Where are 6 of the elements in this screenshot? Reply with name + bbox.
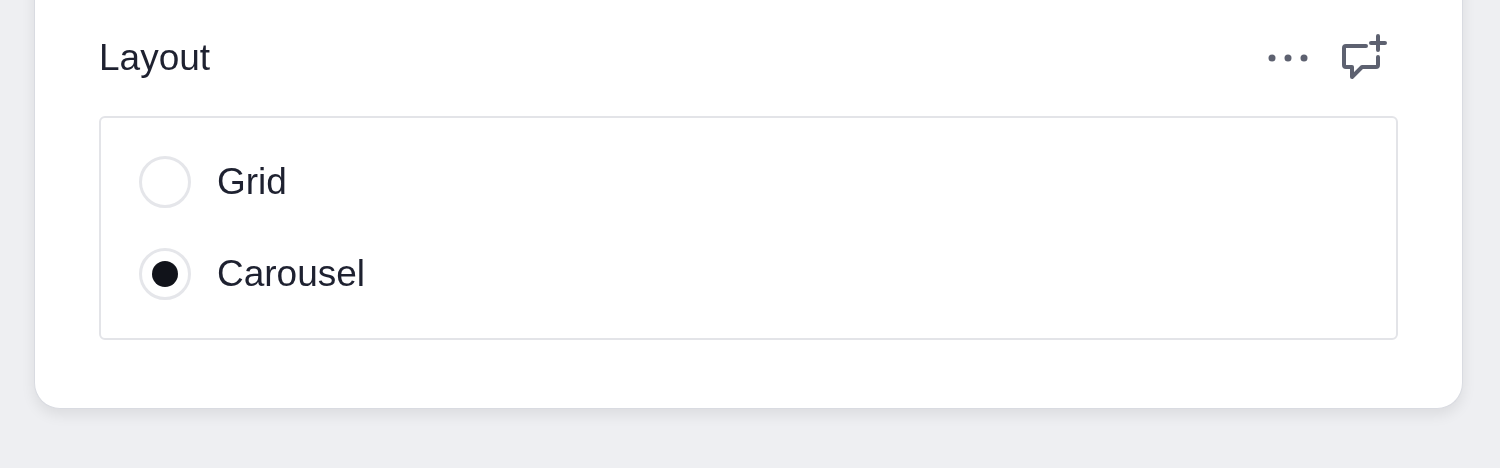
- more-icon[interactable]: [1266, 52, 1310, 64]
- radio-button[interactable]: [139, 248, 191, 300]
- option-label[interactable]: Grid: [217, 161, 287, 203]
- field-label: Layout: [99, 37, 211, 79]
- radio-button[interactable]: [139, 156, 191, 208]
- option-label[interactable]: Carousel: [217, 253, 366, 295]
